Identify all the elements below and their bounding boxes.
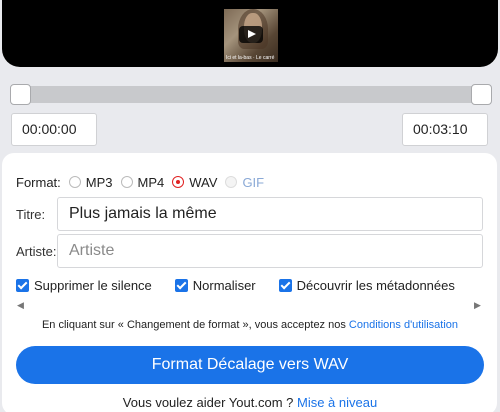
trim-track[interactable] [20,86,482,103]
trim-start-handle[interactable] [10,84,31,105]
artist-input[interactable] [57,234,483,268]
play-icon[interactable] [239,26,263,43]
checkbox-checked-icon[interactable] [278,278,292,292]
video-preview[interactable]: Ici et la-bas · Le carré [2,0,498,67]
artist-label: Artiste: [16,244,57,259]
title-label: Titre: [16,207,46,222]
footer: Vous voulez aider Yout.com ? Mise à nive… [0,395,500,410]
mp4-radio[interactable] [120,176,133,188]
convert-format-button[interactable]: Format Décalage vers WAV [16,346,484,384]
discover-metadata-checkbox[interactable]: Découvrir les métadonnées [278,277,455,293]
normalize-label: Normaliser [192,277,256,293]
mp3-radio[interactable] [68,176,81,188]
checkbox-checked-icon[interactable] [174,278,188,292]
format-option-mp3[interactable]: MP3 [68,174,113,190]
format-option-gif: GIF [225,175,264,190]
wav-radio[interactable] [172,176,185,188]
processing-options: Supprimer le silence Normaliser Découvri… [16,277,478,293]
mp3-label: MP3 [85,174,113,190]
end-time-input[interactable]: 00:03:10 [402,113,488,146]
normalize-checkbox[interactable]: Normaliser [174,277,256,293]
trim-end-handle[interactable] [471,84,492,105]
terms-link[interactable]: Conditions d'utilisation [349,319,458,331]
mp4-label: MP4 [137,174,165,190]
trim-slider[interactable] [10,84,492,105]
scroll-left-icon[interactable]: ◀ [17,300,24,311]
upgrade-link[interactable]: Mise à niveau [297,395,377,410]
format-option-wav[interactable]: WAV [172,175,217,190]
checkbox-checked-icon[interactable] [16,278,29,292]
remove-silence-checkbox[interactable]: Supprimer le silence [16,278,152,293]
scroll-right-icon[interactable]: ▶ [474,300,481,311]
wav-label: WAV [189,174,218,190]
format-selector: Format: MP3 MP4 WAV GIF [16,174,272,190]
terms-text: En cliquant sur « Changement de format »… [41,319,346,331]
start-time-input[interactable]: 00:00:00 [11,113,97,146]
discover-metadata-label: Découvrir les métadonnées [296,277,455,293]
terms-notice: En cliquant sur « Changement de format »… [0,319,500,331]
footer-text: Vous voulez aider Yout.com ? [122,395,294,410]
remove-silence-label: Supprimer le silence [34,277,152,293]
gif-label: GIF [242,174,265,190]
gif-radio [225,176,238,188]
format-label: Format: [16,174,61,190]
format-option-mp4[interactable]: MP4 [120,174,165,190]
thumbnail-caption: Ici et la-bas · Le carré [226,55,275,61]
video-thumbnail[interactable]: Ici et la-bas · Le carré [224,9,278,62]
title-input[interactable] [57,197,483,231]
